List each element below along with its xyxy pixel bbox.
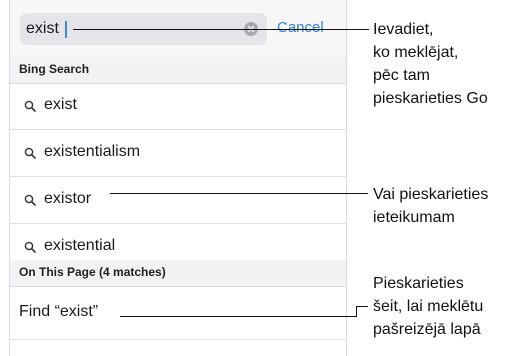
callout-tap-suggestion: Vai pieskarieties ieteikumam [373,183,488,229]
section-header-bing-search: Bing Search [10,57,346,84]
suggestion-row[interactable]: exist [10,83,346,130]
find-on-page-label: Find “exist” [19,303,99,320]
search-icon [24,241,36,253]
suggestion-row[interactable]: existentialism [10,130,346,177]
callout-line-suggestion [110,193,368,194]
callout-line-text: pieskarieties Go [373,90,488,107]
search-icon [24,147,36,159]
callout-line-text: šeit, lai meklētu [373,298,484,315]
callout-line-text: Pieskarieties [373,275,464,292]
callout-line-text: Vai pieskarieties [373,186,489,203]
suggestion-label: existential [44,237,116,254]
section-header-label: On This Page (4 matches) [19,265,166,279]
callout-line-text: Ievadiet, [373,21,434,38]
callout-type-search: Ievadiet, ko meklējat, pēc tam pieskarie… [373,18,488,110]
callout-line-text: ieteikumam [373,209,455,226]
section-header-on-this-page: On This Page (4 matches) [10,260,346,287]
callout-line-find-tip [356,306,368,307]
suggestion-label: existentialism [44,143,141,160]
search-icon [24,100,36,112]
search-icon [24,194,36,206]
section-header-label: Bing Search [19,62,90,76]
suggestion-row[interactable]: existor [10,177,346,224]
callout-line-text: pašreizējā lapā [373,321,481,338]
text-cursor [65,21,67,38]
suggestion-label: existor [44,190,92,207]
callout-line-find [120,316,356,317]
callout-line-text: pēc tam [373,67,430,84]
callout-line-find-vertical [356,306,357,317]
find-on-page-row[interactable]: Find “exist” [10,286,346,340]
callout-line-text: ko meklējat, [373,44,459,61]
suggestion-label: exist [44,96,77,113]
safari-search-panel: Cancel Bing Search exist existentialism … [9,0,347,356]
callout-find-on-page: Pieskarieties šeit, lai meklētu pašreizē… [373,272,483,341]
cancel-button[interactable]: Cancel [277,19,324,36]
callout-line-search [73,29,369,30]
